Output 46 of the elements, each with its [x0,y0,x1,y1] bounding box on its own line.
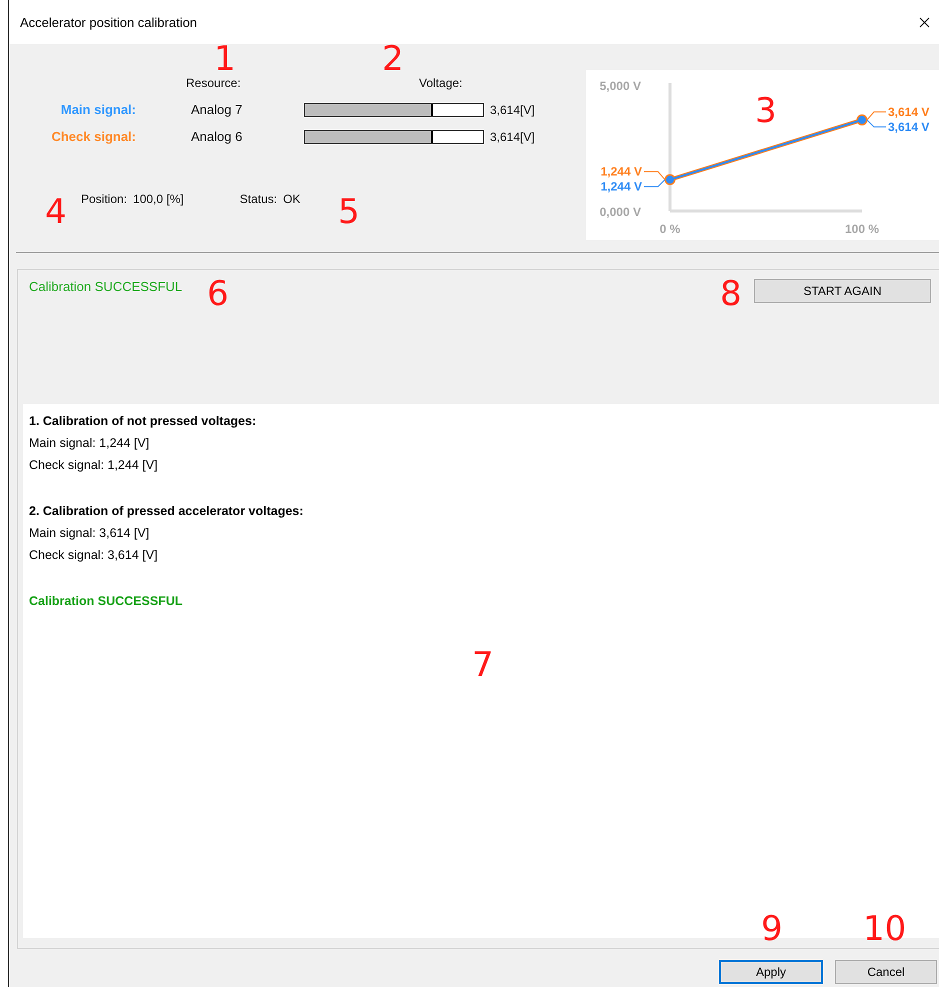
voltage-reading: 3,614[V] [490,130,536,144]
y-tick-label: 5,000 V [600,79,641,93]
dialog-button[interactable]: Cancel [835,960,937,984]
log-line: Main signal: 1,244 [V] [29,435,150,452]
log-line: Calibration SUCCESSFUL [29,593,184,610]
status-value: OK [283,192,300,206]
column-header: Voltage: [418,76,464,90]
callout-number: 3 [755,94,777,128]
data-label: 1,244 V [600,164,642,179]
callout-number: 9 [761,912,783,946]
callout-number: 1 [214,42,236,76]
column-header: Resource: [185,76,242,90]
dialog-button[interactable]: Apply [719,960,823,984]
leader-line [644,179,666,188]
data-label: 1,244 V [600,180,642,194]
log-line: 2. Calibration of pressed accelerator voltages: [29,503,304,520]
log-line: Main signal: 3,614 [V] [29,525,150,542]
voltage-reading: 3,614[V] [490,102,536,116]
position-label: Position: [81,192,128,206]
signal-label: Main signal: [60,102,136,117]
callout-number: 6 [207,277,229,311]
callout-number: 7 [472,648,494,682]
leader-line [866,111,886,120]
log-line: 1. Calibration of not pressed voltages: [29,413,258,430]
data-label: 3,614 V [888,120,930,134]
window-title: Accelerator position calibration [20,14,198,30]
result-message: Calibration SUCCESSFUL [29,279,182,294]
log-line: Check signal: 1,244 [V] [29,457,159,474]
log-line: Check signal: 3,614 [V] [29,547,159,564]
callout-number: 2 [382,42,404,76]
y-tick-label: 0,000 V [600,205,641,219]
leader-line [644,171,666,180]
start-again-button[interactable]: START AGAIN [754,279,931,303]
status-label: Status: [240,192,278,206]
callout-number: 10 [863,912,906,946]
data-label: 3,614 V [888,104,930,119]
x-tick-label: 0 % [660,222,680,236]
callout-number: 5 [338,195,360,229]
resource-value: Analog 7 [190,102,244,117]
position-value: 100,0 [%] [133,192,184,206]
callout-number: 4 [45,195,67,229]
x-tick-label: 100 % [844,222,880,236]
signal-label: Check signal: [50,129,136,144]
callout-number: 8 [720,277,742,311]
resource-value: Analog 6 [190,129,244,144]
leader-line [866,119,886,128]
